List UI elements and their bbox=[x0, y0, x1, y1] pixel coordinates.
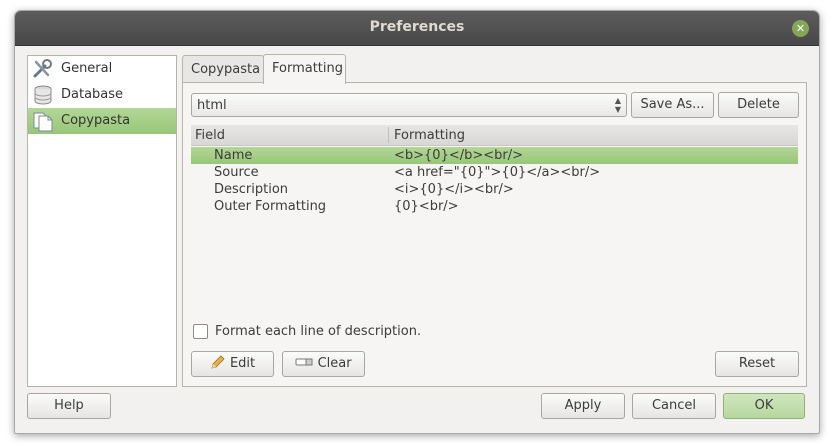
table-row[interactable]: Source <a href="{0}">{0}</a><br/> bbox=[191, 164, 798, 181]
format-each-line-label[interactable]: Format each line of description. bbox=[215, 324, 421, 339]
formatting-table: Field Formatting Name <b>{0}</b><br/> So… bbox=[191, 125, 798, 315]
formatting-cell[interactable]: {0}<br/> bbox=[394, 199, 459, 214]
apply-button[interactable]: Apply bbox=[541, 393, 625, 419]
table-row[interactable]: Description <i>{0}</i><br/> bbox=[191, 181, 798, 198]
table-row[interactable]: Name <b>{0}</b><br/> bbox=[191, 147, 798, 164]
pencil-icon bbox=[210, 355, 230, 371]
field-cell: Source bbox=[214, 165, 259, 180]
tools-icon bbox=[32, 58, 54, 80]
table-row[interactable]: Outer Formatting {0}<br/> bbox=[191, 198, 798, 215]
edit-label: Edit bbox=[229, 356, 256, 371]
field-cell: Name bbox=[214, 148, 253, 163]
cancel-button[interactable]: Cancel bbox=[632, 393, 716, 419]
sidebar-item-general[interactable]: General bbox=[28, 56, 176, 82]
field-cell: Description bbox=[214, 182, 289, 197]
formatting-cell[interactable]: <i>{0}</i><br/> bbox=[394, 182, 514, 197]
column-header-formatting[interactable]: Formatting bbox=[394, 128, 465, 143]
sidebar-item-copypasta[interactable]: Copypasta bbox=[28, 108, 176, 134]
table-header: Field Formatting bbox=[191, 125, 798, 146]
sidebar-item-label: Copypasta bbox=[61, 113, 131, 128]
ok-button[interactable]: OK bbox=[723, 393, 805, 419]
preset-combobox[interactable]: html ▲ ▼ bbox=[191, 93, 627, 117]
sidebar-item-label: Database bbox=[61, 87, 124, 102]
delete-button[interactable]: Delete bbox=[718, 92, 799, 118]
close-button[interactable]: ✕ bbox=[792, 20, 809, 37]
documents-icon bbox=[32, 110, 54, 132]
save-as-button[interactable]: Save As... bbox=[631, 92, 714, 118]
title-bar[interactable]: Preferences ✕ bbox=[15, 11, 819, 46]
help-button[interactable]: Help bbox=[27, 393, 111, 419]
category-sidebar: General Database Copypasta bbox=[27, 55, 177, 387]
eraser-icon bbox=[295, 356, 317, 371]
spin-arrows-icon: ▲ ▼ bbox=[614, 96, 621, 114]
cancel-label: Cancel bbox=[651, 398, 697, 413]
clear-button[interactable]: Clear bbox=[282, 351, 365, 377]
edit-button[interactable]: Edit bbox=[191, 351, 274, 377]
column-separator bbox=[388, 127, 389, 143]
close-icon: ✕ bbox=[795, 22, 806, 35]
tab-formatting[interactable]: Formatting bbox=[263, 54, 346, 84]
tab-label: Copypasta bbox=[191, 62, 261, 77]
preset-value: html bbox=[197, 98, 227, 113]
database-icon bbox=[32, 84, 54, 106]
format-each-line-checkbox[interactable] bbox=[193, 324, 208, 339]
preferences-dialog: Preferences ✕ General Database Copypasta… bbox=[14, 10, 820, 434]
formatting-cell[interactable]: <b>{0}</b><br/> bbox=[394, 148, 523, 163]
sidebar-item-label: General bbox=[61, 61, 113, 76]
tab-label: Formatting bbox=[272, 61, 344, 76]
column-header-field[interactable]: Field bbox=[195, 128, 225, 143]
tab-copypasta[interactable]: Copypasta bbox=[182, 55, 264, 83]
window-title: Preferences bbox=[369, 19, 465, 35]
reset-button[interactable]: Reset bbox=[715, 351, 799, 377]
formatting-cell[interactable]: <a href="{0}">{0}</a><br/> bbox=[394, 165, 600, 180]
formatting-panel: html ▲ ▼ Save As... Delete Field Formatti… bbox=[182, 82, 807, 387]
clear-label: Clear bbox=[317, 356, 352, 371]
field-cell: Outer Formatting bbox=[214, 199, 327, 214]
sidebar-item-database[interactable]: Database bbox=[28, 82, 176, 108]
